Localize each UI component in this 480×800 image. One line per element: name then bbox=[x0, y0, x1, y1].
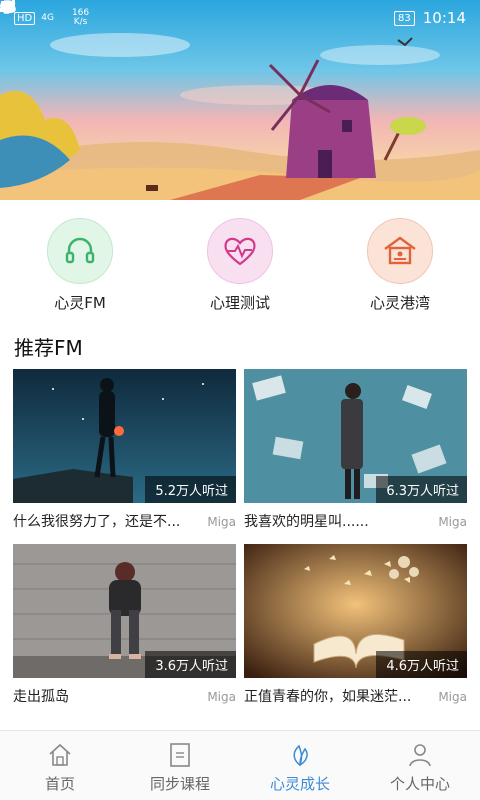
status-time: 10:14 bbox=[422, 9, 466, 27]
heart-pulse-icon bbox=[207, 218, 273, 284]
banner[interactable]: HD 4G 166 K/s 83 10:14 bbox=[0, 0, 480, 200]
card-title: 走出孤岛 bbox=[13, 689, 69, 705]
listener-count-badge: 3.6万人听过 bbox=[145, 651, 236, 678]
nav-label: 首页 bbox=[44, 775, 75, 793]
entry-label: 心灵FM bbox=[54, 294, 106, 312]
entry-xinling-harbor[interactable]: 心灵港湾 bbox=[345, 218, 455, 313]
nav-tab-growth[interactable]: 心灵成长 bbox=[240, 731, 360, 800]
listener-count-badge: 6.3万人听过 bbox=[376, 476, 467, 503]
speed-unit: K/s bbox=[73, 17, 88, 27]
leaf-icon bbox=[240, 741, 360, 769]
nav-tab-home[interactable]: 首页 bbox=[0, 731, 120, 800]
card-cover-image: 6.3万人听过 bbox=[244, 369, 467, 503]
card-author: Miga bbox=[438, 515, 467, 529]
nav-label: 心灵成长 bbox=[269, 775, 330, 793]
entry-psych-test[interactable]: 心理测试 bbox=[185, 218, 295, 313]
nav-label: 同步课程 bbox=[149, 775, 210, 793]
headphones-icon bbox=[47, 218, 113, 284]
home-icon bbox=[367, 218, 433, 284]
card-cover-image: 3.6万人听过 bbox=[13, 544, 236, 678]
card-author: Miga bbox=[207, 690, 236, 704]
card-author: Miga bbox=[438, 690, 467, 704]
entry-xinling-fm[interactable]: 心灵FM bbox=[25, 218, 135, 313]
fm-card[interactable]: 5.2万人听过 什么我很努力了，还是不... Miga bbox=[13, 369, 236, 531]
nav-tab-courses[interactable]: 同步课程 bbox=[120, 731, 240, 800]
card-cover-image: 4.6万人听过 bbox=[244, 544, 467, 678]
battery-indicator: 83 bbox=[394, 10, 415, 26]
network-indicator: 4G bbox=[41, 13, 54, 23]
quick-entries: 心灵FM 心理测试 心灵港湾 bbox=[0, 218, 480, 318]
nav-label: 个人中心 bbox=[389, 775, 450, 793]
home-icon bbox=[0, 741, 120, 769]
network-speed: 166 K/s bbox=[72, 9, 89, 27]
fm-card[interactable]: 6.3万人听过 我喜欢的明星叫...... Miga bbox=[244, 369, 467, 531]
card-title: 什么我很努力了，还是不... bbox=[13, 514, 181, 530]
card-cover-image: 5.2万人听过 bbox=[13, 369, 236, 503]
fm-card[interactable]: 3.6万人听过 走出孤岛 Miga bbox=[13, 544, 236, 706]
person-icon bbox=[360, 741, 480, 769]
card-title: 正值青春的你，如果迷茫... bbox=[244, 689, 412, 705]
card-title: 我喜欢的明星叫...... bbox=[244, 514, 369, 530]
entry-label: 心灵港湾 bbox=[369, 294, 430, 312]
status-bar: HD 4G 166 K/s 83 10:14 bbox=[0, 0, 480, 36]
document-icon bbox=[120, 741, 240, 769]
entry-label: 心理测试 bbox=[209, 294, 270, 312]
card-author: Miga bbox=[207, 515, 236, 529]
bottom-navigation: 首页 同步课程 心灵成长 个人中心 bbox=[0, 730, 480, 800]
listener-count-badge: 5.2万人听过 bbox=[145, 476, 236, 503]
nav-tab-profile[interactable]: 个人中心 bbox=[360, 731, 480, 800]
section-title-recommended-fm: 推荐FM bbox=[14, 336, 83, 360]
hd-indicator: HD bbox=[14, 11, 36, 25]
listener-count-badge: 4.6万人听过 bbox=[376, 651, 467, 678]
fm-card[interactable]: 4.6万人听过 正值青春的你，如果迷茫... Miga bbox=[244, 544, 467, 706]
